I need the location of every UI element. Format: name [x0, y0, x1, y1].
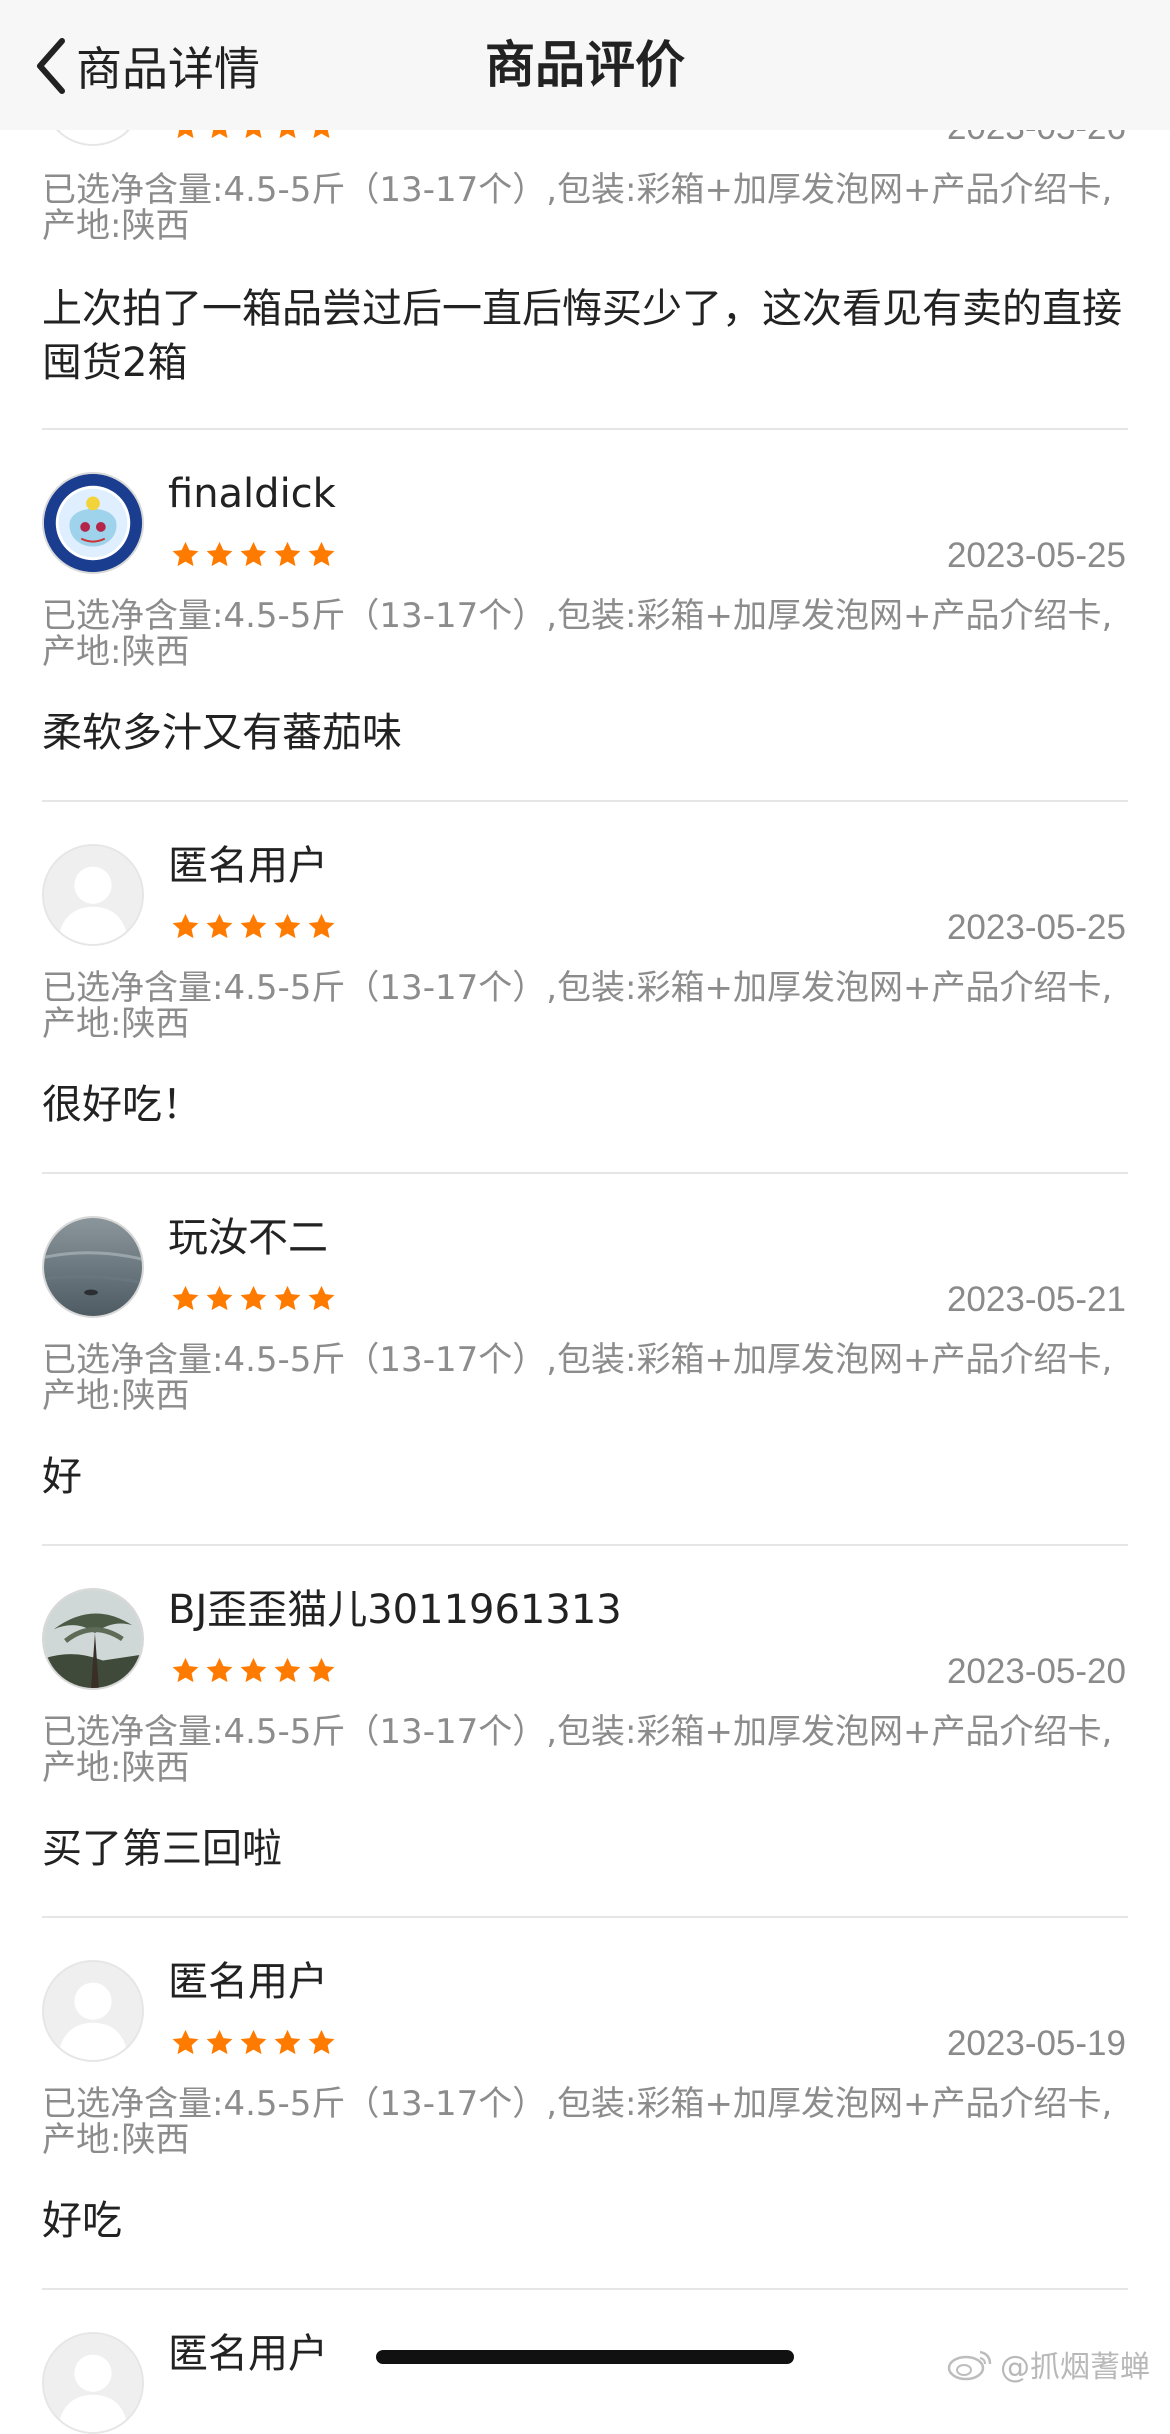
spec-text: 已选净含量:4.5-5斤（13-17个）,包装:彩箱+加厚发泡网+产品介绍卡,产…: [42, 596, 1113, 672]
star-icon: [240, 2029, 267, 2055]
review-content: 好: [42, 1454, 82, 1500]
star-icon: [274, 1285, 301, 1311]
rating-stars: [170, 540, 337, 570]
review-date: 2023-05-19: [946, 2024, 1126, 2063]
review-date: 2023-05-20: [946, 1652, 1126, 1691]
rating-stars: [170, 912, 337, 942]
avatar[interactable]: [42, 1216, 144, 1318]
star-icon: [308, 1657, 335, 1683]
divider: [42, 1172, 1128, 1174]
review-date: 2023-05-25: [946, 908, 1126, 947]
home-indicator[interactable]: [376, 2350, 794, 2364]
star-icon: [240, 1285, 267, 1311]
chelsea-avatar-icon: [44, 474, 142, 572]
review-content: 上次拍了一箱品尝过后一直后悔买少了，这次看见有卖的直接囤货2箱: [42, 286, 1122, 386]
star-icon: [206, 913, 233, 939]
star-icon: [240, 541, 267, 567]
star-icon: [206, 2029, 233, 2055]
username: finaldick: [168, 471, 336, 517]
star-icon: [172, 913, 199, 939]
star-icon: [274, 541, 301, 567]
avatar[interactable]: [42, 844, 144, 946]
default-avatar-icon: [44, 1962, 142, 2060]
spec-text: 已选净含量:4.5-5斤（13-17个）,包装:彩箱+加厚发泡网+产品介绍卡,产…: [42, 2084, 1113, 2160]
rating-stars: [170, 2028, 337, 2058]
nav-bar: 商品详情 商品评价: [0, 0, 1170, 130]
avatar[interactable]: [42, 1960, 144, 2062]
spec-text: 已选净含量:4.5-5斤（13-17个）,包装:彩箱+加厚发泡网+产品介绍卡,产…: [42, 1712, 1113, 1788]
review-date: 2023-05-21: [946, 1280, 1126, 1319]
avatar[interactable]: [42, 1588, 144, 1690]
star-icon: [274, 2029, 301, 2055]
star-icon: [206, 1657, 233, 1683]
star-icon: [172, 541, 199, 567]
default-avatar-icon: [44, 846, 142, 944]
page-title: 商品评价: [485, 36, 685, 94]
star-icon: [308, 2029, 335, 2055]
star-icon: [308, 541, 335, 567]
divider: [42, 1544, 1128, 1546]
star-icon: [274, 1657, 301, 1683]
star-icon: [206, 1285, 233, 1311]
review-content: 好吃: [42, 2198, 122, 2244]
star-icon: [240, 913, 267, 939]
username: 玩汝不二: [168, 1215, 328, 1261]
rating-stars: [170, 1656, 337, 1686]
divider: [42, 2288, 1128, 2290]
review-date: 2023-05-25: [946, 536, 1126, 575]
star-icon: [308, 913, 335, 939]
avatar[interactable]: [42, 2332, 144, 2434]
lake-avatar-icon: [44, 1218, 142, 1316]
spec-text: 已选净含量:4.5-5斤（13-17个）,包装:彩箱+加厚发泡网+产品介绍卡,产…: [42, 968, 1113, 1044]
review-content: 很好吃！: [42, 1082, 202, 1128]
watermark: @抓烟蓍蝉: [946, 2342, 1150, 2386]
star-icon: [172, 2029, 199, 2055]
spec-text: 已选净含量:4.5-5斤（13-17个）,包装:彩箱+加厚发泡网+产品介绍卡,产…: [42, 1340, 1113, 1416]
divider: [42, 1916, 1128, 1918]
tree-avatar-icon: [44, 1590, 142, 1688]
review-content: 买了第三回啦: [42, 1826, 282, 1872]
star-icon: [206, 541, 233, 567]
star-icon: [274, 913, 301, 939]
username: 匿名用户: [168, 1959, 328, 2005]
review-content: 柔软多汁又有蕃茄味: [42, 710, 402, 756]
rating-stars: [170, 1284, 337, 1314]
divider: [42, 800, 1128, 802]
divider: [42, 428, 1128, 430]
star-icon: [172, 1657, 199, 1683]
default-avatar-icon: [44, 2334, 142, 2432]
username: 匿名用户: [168, 2331, 328, 2377]
weibo-icon: [947, 2350, 992, 2381]
star-icon: [240, 1657, 267, 1683]
spec-text: 已选净含量:4.5-5斤（13-17个）,包装:彩箱+加厚发泡网+产品介绍卡,产…: [42, 170, 1113, 246]
username: BJ歪歪猫儿3011961313: [168, 1587, 622, 1633]
watermark-text: @抓烟蓍蝉: [1000, 2350, 1150, 2385]
username: 匿名用户: [168, 843, 328, 889]
star-icon: [308, 1285, 335, 1311]
avatar[interactable]: [42, 472, 144, 574]
star-icon: [172, 1285, 199, 1311]
